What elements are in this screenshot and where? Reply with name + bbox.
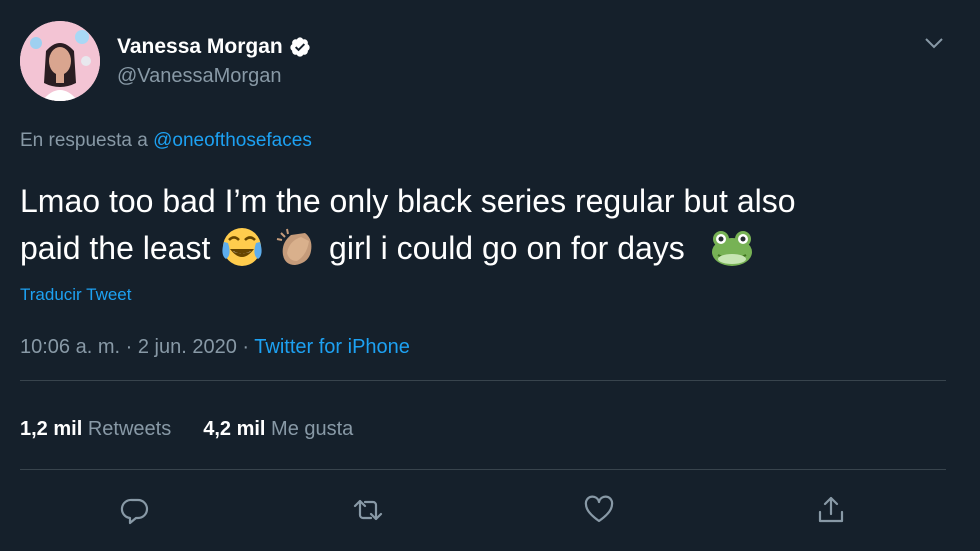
tweet-time[interactable]: 10:06 a. m. <box>20 336 120 358</box>
tweet-line-1: Lmao too bad I’m the only black series r… <box>20 183 796 219</box>
author-handle[interactable]: @VanessaMorgan <box>117 65 281 88</box>
avatar[interactable] <box>20 21 100 101</box>
retweet-icon <box>353 499 383 521</box>
tweet-text: Lmao too bad I’m the only black series r… <box>20 178 950 272</box>
reply-prefix: En respuesta a <box>20 130 148 151</box>
share-button[interactable] <box>815 494 847 526</box>
retweets-label: Retweets <box>87 418 172 440</box>
likes-count: 4,2 mil <box>203 418 266 440</box>
author-name[interactable]: Vanessa Morgan <box>117 35 283 59</box>
tweet-stats: 1,2 mil Retweets 4,2 mil Me gusta <box>20 418 353 441</box>
avatar-photo <box>20 21 100 101</box>
share-icon <box>818 496 844 523</box>
tweet-source-link[interactable]: Twitter for iPhone <box>254 336 410 358</box>
divider <box>20 469 946 470</box>
verified-badge-icon <box>290 37 310 57</box>
tweet-date[interactable]: 2 jun. 2020 <box>138 336 237 358</box>
translate-tweet-link[interactable]: Traducir Tweet <box>20 285 132 305</box>
reply-button[interactable] <box>119 494 151 526</box>
clapping-hands-emoji-icon <box>276 228 312 265</box>
likes-stat[interactable]: 4,2 mil Me gusta <box>203 418 353 441</box>
tweet-line-2-part-2: girl i could go on for days <box>329 230 685 266</box>
tweet-line-2: paid the least girl i could go on for da… <box>20 225 950 272</box>
author-name-row: Vanessa Morgan <box>117 33 311 61</box>
likes-label: Me gusta <box>271 418 354 440</box>
frog-emoji-icon <box>711 231 752 266</box>
retweet-button[interactable] <box>352 494 384 526</box>
meta-separator: · <box>125 336 133 358</box>
retweets-stat[interactable]: 1,2 mil Retweets <box>20 418 171 441</box>
tweet-meta: 10:06 a. m. · 2 jun. 2020 · Twitter for … <box>20 336 410 359</box>
reply-icon <box>120 498 149 525</box>
divider <box>20 380 946 381</box>
chevron-down-icon[interactable] <box>922 33 946 53</box>
retweets-count: 1,2 mil <box>20 418 83 440</box>
reply-mention-link[interactable]: @oneofthosefaces <box>153 130 312 151</box>
reply-context: En respuesta a @oneofthosefaces <box>20 130 312 152</box>
like-button[interactable] <box>583 494 615 526</box>
tweet-line-2-part-1: paid the least <box>20 230 211 266</box>
tears-of-joy-emoji-icon <box>222 228 262 266</box>
meta-separator: · <box>242 336 250 358</box>
like-icon <box>584 495 614 523</box>
